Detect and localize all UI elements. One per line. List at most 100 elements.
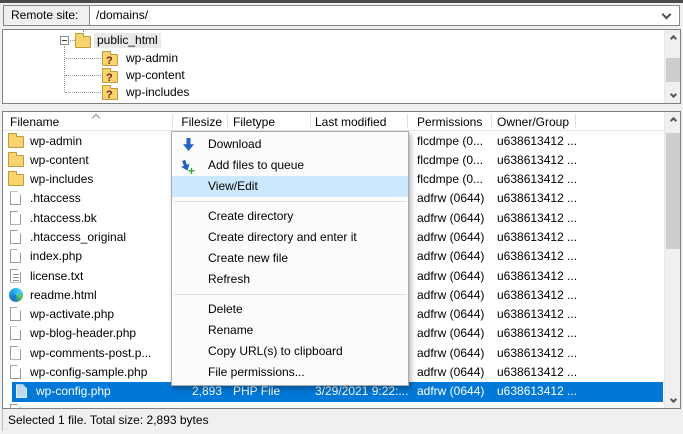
menu-item-view-edit[interactable]: View/Edit [172,176,408,197]
text-file-icon [10,269,21,283]
tree-item-public-html[interactable]: public_html [3,32,680,49]
column-header-owner-group[interactable]: Owner/Group [497,114,569,130]
column-divider [310,114,311,128]
remote-directory-tree: public_html wp-admin wp-content wp-include… [2,29,681,104]
file-name: .htaccess [30,189,81,208]
menu-item-create-new-file[interactable]: Create new file [172,248,408,269]
menu-item-create-directory[interactable]: Create directory [172,206,408,227]
tree-item-label: wp-includes [123,85,192,100]
file-name: wp-activate.php [30,305,114,324]
menu-item-label: Create new file [208,251,288,265]
file-icon [10,346,21,360]
remote-site-bar: Remote site: /domains/ [3,5,680,26]
remote-site-path: /domains/ [96,8,148,22]
scroll-up-icon[interactable] [665,31,681,46]
status-text: Selected 1 file. Total size: 2,893 bytes [8,413,209,427]
file-permissions: adfrw (0644) [417,382,484,401]
tree-connector [65,58,101,59]
file-permissions: adfrw (0644) [417,209,484,228]
file-owner: u638613412 ... [497,228,577,247]
file-permissions: adfrw (0644) [417,286,484,305]
file-owner: u638613412 ... [497,247,577,266]
file-permissions: adfrw (0644) [417,267,484,286]
column-divider [407,114,408,128]
file-owner: u638613412 ... [497,344,577,363]
unknown-folder-icon [102,88,118,100]
file-owner: u638613412 ... [497,132,577,151]
scroll-down-icon[interactable] [665,87,681,102]
scroll-down-icon[interactable] [665,392,681,407]
menu-item-label: Copy URL(s) to clipboard [208,344,343,358]
remote-site-combobox[interactable]: /domains/ [89,5,680,26]
column-header-permissions[interactable]: Permissions [417,114,482,130]
file-name: wp-content [30,151,89,170]
tree-item-wp-content[interactable]: wp-content [3,67,680,84]
scroll-up-icon[interactable] [665,113,681,128]
file-permissions: adfrw (0644) [417,305,484,324]
file-list-scrollbar[interactable] [664,112,680,408]
tree-item-label: public_html [94,33,161,48]
file-name: .htaccess_original [30,228,126,247]
file-owner: u638613412 ... [497,170,577,189]
column-header-filename[interactable]: Filename [10,114,59,130]
file-owner: u638613412 ... [497,382,577,401]
scrollbar-thumb[interactable] [666,133,680,249]
file-name: index.php [30,247,82,266]
menu-item-create-directory-and-enter-it[interactable]: Create directory and enter it [172,227,408,248]
file-icon [10,326,21,340]
menu-item-label: Add files to queue [208,158,304,172]
tree-connector [65,92,101,93]
column-header-filetype[interactable]: Filetype [233,114,275,130]
column-header-filesize[interactable]: Filesize [153,114,222,130]
scrollbar-thumb[interactable] [666,58,680,82]
menu-item-delete[interactable]: Delete [172,299,408,320]
menu-item-rename[interactable]: Rename [172,320,408,341]
file-permissions: flcdmpe (0... [417,151,483,170]
edge-icon [9,288,23,302]
menu-item-label: Download [208,137,261,151]
window-top-edge [0,0,683,3]
menu-item-copy-url-s-to-clipboard[interactable]: Copy URL(s) to clipboard [172,341,408,362]
file-name: wp-config.php [36,382,111,401]
file-owner: u638613412 ... [497,209,577,228]
tree-item-label: wp-content [123,68,188,83]
download-icon [180,137,196,153]
menu-item-add-files-to-queue[interactable]: Add files to queue [172,155,408,176]
menu-item-download[interactable]: Download [172,134,408,155]
file-permissions: adfrw (0644) [417,324,484,343]
context-menu: Download Add files to queue View/Edit Creat… [171,131,409,386]
menu-item-label: Create directory and enter it [208,230,357,244]
file-owner: u638613412 ... [497,305,577,324]
file-icon [10,211,21,225]
column-header-last-modified[interactable]: Last modified [315,114,386,130]
menu-item-label: File permissions... [208,365,305,379]
file-permissions: adfrw (0644) [417,228,484,247]
file-icon [10,307,21,321]
file-row-partial[interactable] [3,402,663,408]
file-name: wp-config-sample.php [30,363,147,382]
tree-scrollbar[interactable] [664,30,680,103]
file-permissions: adfrw (0644) [417,344,484,363]
file-icon [10,404,21,408]
file-owner: u638613412 ... [497,189,577,208]
menu-item-file-permissions[interactable]: File permissions... [172,362,408,383]
sort-ascending-icon [92,114,100,122]
file-permissions: flcdmpe (0... [417,170,483,189]
file-permissions: flcdmpe (0... [417,132,483,151]
file-owner: u638613412 ... [497,286,577,305]
tree-item-wp-admin[interactable]: wp-admin [3,50,680,67]
folder-icon [8,155,24,167]
collapse-expander-icon[interactable] [60,36,69,45]
menu-item-label: Rename [208,323,253,337]
chevron-down-icon[interactable] [662,10,672,20]
menu-separator [174,201,406,202]
file-owner: u638613412 ... [497,324,577,343]
tree-item-wp-includes[interactable]: wp-includes [3,84,680,101]
menu-item-refresh[interactable]: Refresh [172,269,408,290]
tree-connector [65,75,101,76]
file-name: wp-admin [30,132,82,151]
tree-item-label: wp-admin [123,51,181,66]
file-name: .htaccess.bk [30,209,97,228]
menu-item-label: Refresh [208,272,250,286]
status-bar: Selected 1 file. Total size: 2,893 bytes [2,409,681,431]
